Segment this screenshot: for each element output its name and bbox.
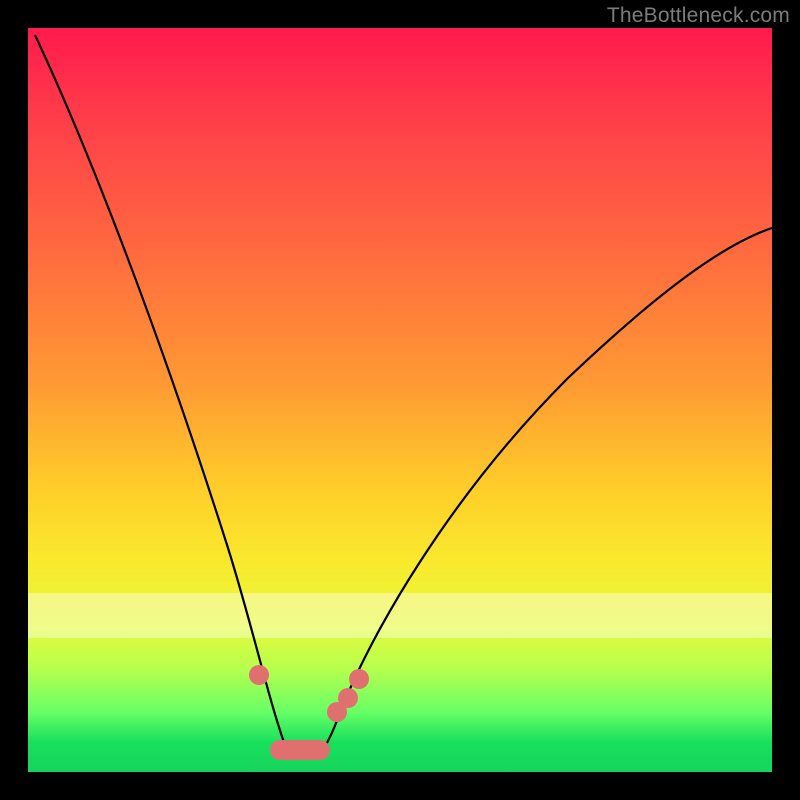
bottleneck-curve	[35, 35, 772, 757]
curve-marker	[338, 688, 358, 708]
curve-marker	[249, 665, 269, 685]
chart-frame: TheBottleneck.com	[0, 0, 800, 800]
chart-svg	[28, 28, 772, 772]
trough-marker	[270, 740, 330, 760]
watermark-text: TheBottleneck.com	[607, 4, 790, 28]
plot-area	[28, 28, 772, 772]
curve-marker	[349, 669, 369, 689]
